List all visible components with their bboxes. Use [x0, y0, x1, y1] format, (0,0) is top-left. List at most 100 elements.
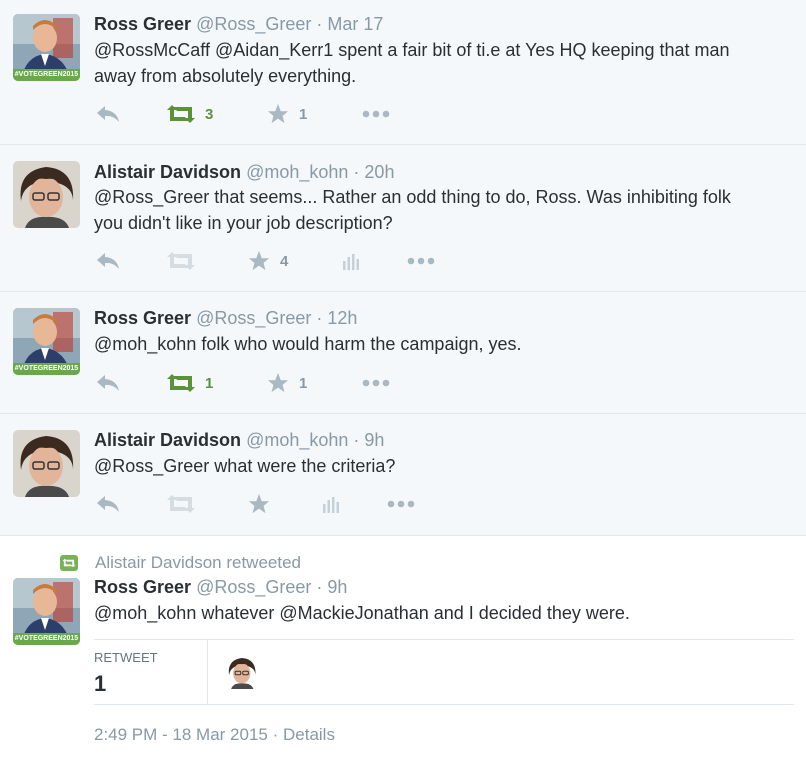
favorite-star-icon [267, 372, 289, 393]
tweet[interactable]: #VOTEGREEN2015 Ross Greer @Ross_Greer · … [0, 0, 806, 145]
details-link[interactable]: · Details [273, 725, 335, 744]
more-button[interactable] [387, 492, 415, 516]
reply-icon [97, 106, 119, 122]
screen-name[interactable]: @Ross_Greer [196, 14, 311, 34]
tweet-text: @RossMcCaff @Aidan_Kerr1 spent a fair bi… [94, 37, 794, 89]
tweet[interactable]: Alistair Davidson @moh_kohn · 20h @Ross_… [0, 145, 806, 292]
retweet-icon [167, 374, 195, 392]
tweet-text-line: you didn't like in your job description? [94, 213, 393, 233]
full-timestamp[interactable]: 2:49 PM - 18 Mar 2015 [94, 725, 268, 744]
analytics-button[interactable] [342, 249, 360, 273]
tweet-actions: 4 [94, 249, 494, 273]
tweet-text-line: away from absolutely everything. [94, 66, 357, 86]
tweet-text-line: @moh_kohn folk who would harm the campai… [94, 334, 522, 354]
favorite-button[interactable]: 1 [266, 102, 307, 126]
favorite-button[interactable]: 4 [247, 249, 288, 273]
retweet-button[interactable]: 3 [166, 102, 213, 126]
analytics-button[interactable] [322, 492, 340, 516]
reply-button[interactable] [96, 102, 120, 126]
screen-name[interactable]: @moh_kohn [246, 162, 348, 182]
screen-name[interactable]: @Ross_Greer [196, 577, 311, 597]
timestamp[interactable]: · 9h [353, 430, 384, 450]
avatar-badge-text: #VOTEGREEN2015 [14, 635, 79, 642]
more-icon [362, 110, 390, 118]
more-button[interactable] [407, 249, 435, 273]
tweet-header: Ross Greer @Ross_Greer · 9h [94, 576, 347, 598]
timestamp[interactable]: · 20h [353, 162, 394, 182]
tweet-header: Alistair Davidson @moh_kohn · 20h [94, 161, 394, 183]
reply-icon [97, 375, 119, 391]
tweet-text-line: @moh_kohn whatever @MackieJonathan and I… [94, 603, 630, 623]
avatar-badge-text: #VOTEGREEN2015 [14, 365, 79, 372]
reply-icon [97, 253, 119, 269]
retweet-count: 1 [205, 374, 214, 392]
screen-name[interactable]: @moh_kohn [246, 430, 348, 450]
fullname[interactable]: Alistair Davidson [94, 430, 241, 450]
more-button[interactable] [362, 102, 390, 126]
retweet-badge-icon [60, 555, 78, 571]
reply-button[interactable] [96, 249, 120, 273]
reply-icon [97, 496, 119, 512]
tweet-actions: 3 1 [94, 102, 494, 126]
tweet-text: @moh_kohn whatever @MackieJonathan and I… [94, 600, 794, 626]
avatar-ross-greer[interactable]: #VOTEGREEN2015 [13, 308, 80, 375]
stats-divider-bottom [94, 704, 794, 705]
retweet-button[interactable] [166, 249, 196, 273]
retweet-icon [167, 495, 195, 513]
more-button[interactable] [362, 371, 390, 395]
favorite-star-icon [248, 250, 270, 271]
screen-name[interactable]: @Ross_Greer [196, 308, 311, 328]
tweet-header: Ross Greer @Ross_Greer · Mar 17 [94, 13, 383, 35]
avatar-ross-greer[interactable]: #VOTEGREEN2015 [13, 578, 80, 645]
favorite-count: 4 [280, 252, 289, 270]
tweet[interactable]: Alistair Davidson @moh_kohn · 9h @Ross_G… [0, 414, 806, 536]
more-icon [362, 379, 390, 387]
retweeter-avatar[interactable] [225, 655, 259, 689]
retweet-stat-label[interactable]: RETWEET [94, 650, 158, 665]
favorite-star-icon [248, 493, 270, 514]
timestamp[interactable]: · Mar 17 [316, 14, 383, 34]
tweet-meta: 2:49 PM - 18 Mar 2015 · Details [94, 725, 335, 745]
timestamp[interactable]: · 9h [316, 577, 347, 597]
retweet-context: Alistair Davidson retweeted [60, 552, 301, 574]
reply-button[interactable] [96, 492, 120, 516]
favorite-button[interactable]: 1 [266, 371, 307, 395]
more-icon [387, 500, 415, 508]
fullname[interactable]: Alistair Davidson [94, 162, 241, 182]
favorite-count: 1 [299, 105, 308, 123]
favorite-count: 1 [299, 374, 308, 392]
retweet-count: 3 [205, 105, 214, 123]
tweet-text: @moh_kohn folk who would harm the campai… [94, 331, 794, 357]
fullname[interactable]: Ross Greer [94, 308, 191, 328]
stats-divider-top [94, 639, 794, 640]
more-icon [407, 257, 435, 265]
retweeted-by-link[interactable]: Alistair Davidson retweeted [95, 553, 301, 573]
avatar-image [13, 161, 80, 228]
tweet-text: @Ross_Greer that seems... Rather an odd … [94, 184, 794, 236]
retweet-button[interactable] [166, 492, 196, 516]
avatar-badge-text: #VOTEGREEN2015 [14, 71, 79, 78]
tweet[interactable]: #VOTEGREEN2015 Ross Greer @Ross_Greer · … [0, 292, 806, 414]
tweet-actions: 1 1 [94, 371, 494, 395]
analytics-icon [343, 254, 359, 270]
avatar-alistair-davidson[interactable] [13, 430, 80, 497]
avatar-image [225, 655, 259, 689]
favorite-star-icon [267, 103, 289, 124]
retweet-icon [167, 252, 195, 270]
favorite-button[interactable] [247, 492, 271, 516]
avatar-alistair-davidson[interactable] [13, 161, 80, 228]
retweet-icon [167, 105, 195, 123]
stats-separator [207, 640, 208, 704]
analytics-icon [323, 497, 339, 513]
retweet-button[interactable]: 1 [166, 371, 213, 395]
tweet-text: @Ross_Greer what were the criteria? [94, 453, 794, 479]
tweet-text-line: @RossMcCaff @Aidan_Kerr1 spent a fair bi… [94, 40, 730, 60]
tweet-header: Alistair Davidson @moh_kohn · 9h [94, 429, 384, 451]
timestamp[interactable]: · 12h [316, 308, 357, 328]
fullname[interactable]: Ross Greer [94, 14, 191, 34]
fullname[interactable]: Ross Greer [94, 577, 191, 597]
tweet-text-line: @Ross_Greer what were the criteria? [94, 456, 396, 476]
reply-button[interactable] [96, 371, 120, 395]
avatar-ross-greer[interactable]: #VOTEGREEN2015 [13, 14, 80, 81]
retweet-stat-value[interactable]: 1 [94, 671, 106, 697]
